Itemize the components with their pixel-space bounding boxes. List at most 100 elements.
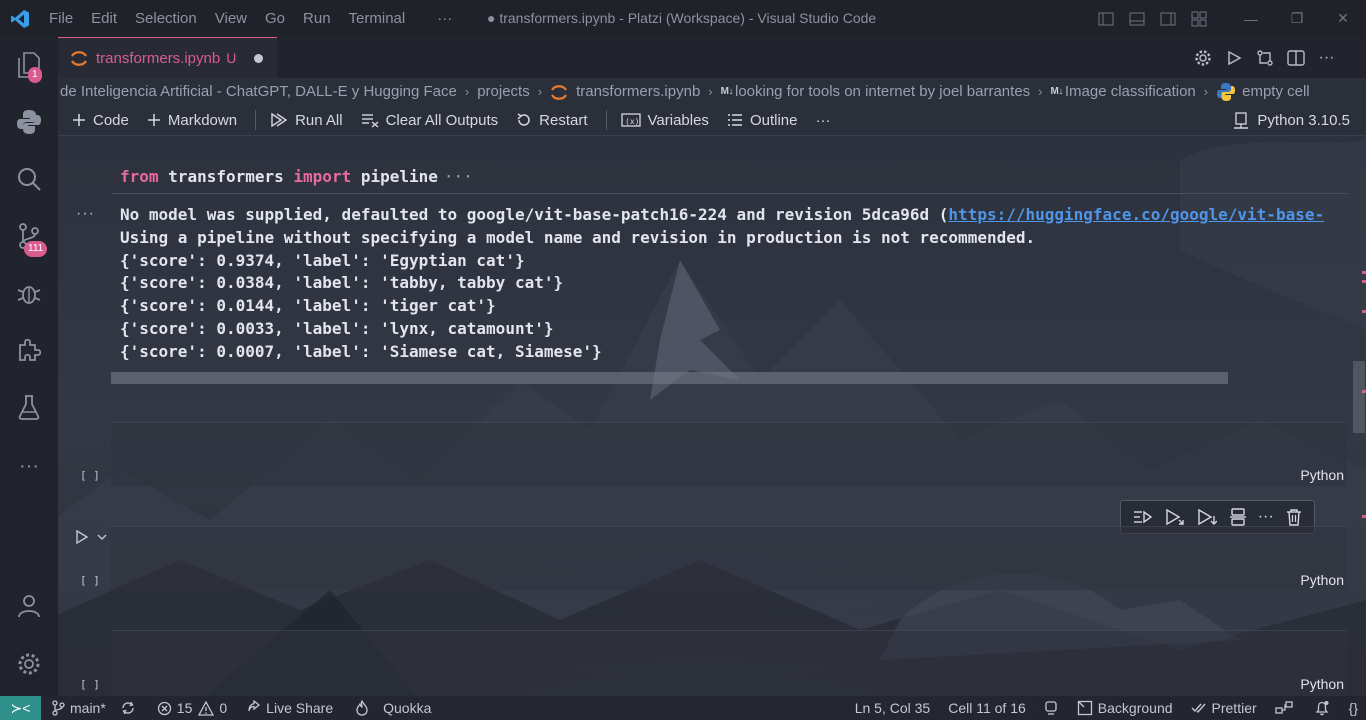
collapsed-ellipsis[interactable]: ··· (444, 167, 473, 186)
breadcrumb-file[interactable]: transformers.ipynb (550, 83, 700, 101)
debug-icon[interactable] (0, 269, 58, 317)
compare-changes-icon[interactable] (1249, 49, 1280, 67)
run-play-icon[interactable] (1218, 50, 1249, 66)
cell-language[interactable]: Python (1300, 572, 1344, 588)
more-icon[interactable]: ··· (0, 442, 58, 490)
restart-icon (517, 113, 530, 126)
jupyter-icon (551, 84, 568, 100)
empty-code-cell-active[interactable] (111, 526, 1347, 590)
breadcrumb-folder[interactable]: de Inteligencia Artificial - ChatGPT, DA… (60, 83, 457, 100)
plus-icon (147, 114, 160, 126)
live-share-button[interactable]: Live Share (247, 700, 333, 716)
unsaved-dot-icon[interactable] (254, 53, 264, 63)
menu-selection[interactable]: Selection (126, 10, 206, 27)
ports-icon[interactable] (1274, 701, 1298, 715)
toolbar-divider (255, 110, 257, 130)
tab-transformers-ipynb[interactable]: transformers.ipynb U (58, 37, 277, 78)
extensions-icon[interactable] (0, 326, 58, 374)
cell-more-icon[interactable]: ··· (1258, 508, 1274, 526)
explorer-badge: 1 (28, 67, 42, 83)
output-link[interactable]: https://huggingface.co/google/vit-base- (948, 205, 1324, 224)
notebook-toolbar: Code Markdown Run All Clear All Outputs … (58, 105, 1366, 136)
breadcrumb-markdown-heading-2[interactable]: M↓ Image classification (1051, 83, 1196, 100)
clear-all-outputs-button[interactable]: Clear All Outputs (361, 112, 498, 129)
problems-status[interactable]: 15 0 (157, 700, 227, 716)
branch-status[interactable]: main* (51, 700, 106, 716)
empty-code-cell[interactable] (111, 630, 1347, 696)
language-mode-braces[interactable]: {} (1349, 700, 1358, 716)
delete-cell-trash-icon[interactable] (1286, 508, 1302, 526)
branch-label: main* (70, 700, 106, 716)
cursor-position[interactable]: Ln 5, Col 35 (855, 700, 931, 716)
cell-language[interactable]: Python (1300, 467, 1344, 483)
source-control-icon[interactable]: 111 (0, 212, 58, 260)
menu-go[interactable]: Go (256, 10, 294, 27)
run-cell-button[interactable] (74, 529, 108, 545)
menu-view[interactable]: View (206, 10, 256, 27)
empty-code-cell[interactable] (111, 422, 1347, 486)
split-editor-icon[interactable] (1280, 49, 1311, 66)
run-cell-play-icon (76, 529, 89, 545)
breadcrumb-projects[interactable]: projects (477, 83, 530, 100)
toggle-sidebar-icon[interactable] (1090, 12, 1121, 26)
run-above-icon[interactable] (1133, 509, 1153, 525)
python-icon[interactable] (0, 98, 58, 146)
split-cell-icon[interactable] (1229, 508, 1246, 526)
minimize-icon[interactable]: — (1228, 11, 1274, 27)
markdown-icon: M↓ (720, 86, 734, 97)
output-horizontal-scrollbar[interactable] (111, 372, 1228, 384)
imported-name: pipeline (360, 167, 438, 186)
cell-language[interactable]: Python (1300, 676, 1344, 692)
notebook-kernel-status-icon[interactable] (1044, 700, 1063, 716)
restart-button[interactable]: Restart (516, 112, 588, 129)
prettier-status[interactable]: Prettier (1191, 700, 1257, 716)
vscode-logo-icon (0, 0, 40, 37)
output-result: {'score': 0.0033, 'label': 'lynx, catamo… (120, 318, 554, 338)
quokka-label: Quokka (383, 700, 432, 716)
status-bar: ≻< main* 15 0 Live Share Quokka Ln 5, Co… (0, 696, 1366, 720)
add-markdown-cell-button[interactable]: Markdown (147, 112, 237, 129)
activity-bar: 1 111 ··· (0, 37, 58, 696)
output-result: {'score': 0.9374, 'label': 'Egyptian cat… (120, 250, 525, 270)
cell-position[interactable]: Cell 11 of 16 (948, 700, 1026, 716)
explorer-icon[interactable]: 1 (0, 41, 58, 89)
execute-below-icon[interactable] (1197, 508, 1218, 526)
editor-vertical-scrollbar[interactable] (1353, 361, 1365, 433)
menu-bar: File Edit Selection View Go Run Terminal… (40, 10, 461, 27)
testing-icon[interactable] (0, 383, 58, 431)
quokka-button[interactable]: Quokka (355, 700, 431, 716)
kernel-picker[interactable]: Python 3.10.5 (1233, 105, 1350, 136)
sync-icon[interactable] (120, 700, 141, 716)
toolbar-more-button[interactable]: ··· (815, 112, 830, 129)
menu-run[interactable]: Run (294, 10, 340, 27)
notifications-bell-icon[interactable] (1314, 700, 1335, 716)
more-actions-icon[interactable]: ··· (1311, 49, 1342, 67)
execute-cell-and-below-icon[interactable] (1165, 508, 1185, 526)
search-icon[interactable] (0, 155, 58, 203)
breadcrumb-markdown-heading-1[interactable]: M↓ looking for tools on internet by joel… (721, 83, 1031, 100)
background-status[interactable]: Background (1077, 700, 1173, 716)
output-more-actions-icon[interactable]: ··· (76, 205, 95, 223)
run-all-button[interactable]: Run All (270, 112, 343, 129)
outline-button[interactable]: Outline (727, 112, 797, 129)
customize-layout-icon[interactable] (1183, 11, 1214, 27)
double-check-icon (1191, 703, 1206, 714)
variables-button[interactable]: (x) Variables (620, 112, 709, 129)
menu-edit[interactable]: Edit (82, 10, 126, 27)
remote-indicator-icon[interactable]: ≻< (0, 696, 41, 720)
python-icon (1217, 82, 1236, 101)
restore-icon[interactable]: ❐ (1274, 10, 1320, 27)
kernel-settings-gear-icon[interactable] (1187, 49, 1218, 67)
menu-more[interactable]: ··· (428, 10, 461, 27)
code-cell-source[interactable]: from transformers import pipeline ··· (120, 167, 473, 186)
toggle-panel-icon[interactable] (1121, 12, 1152, 26)
close-icon[interactable]: ✕ (1320, 10, 1366, 27)
add-code-cell-button[interactable]: Code (72, 112, 129, 129)
menu-terminal[interactable]: Terminal (340, 10, 415, 27)
menu-file[interactable]: File (40, 10, 82, 27)
toggle-secondary-sidebar-icon[interactable] (1152, 12, 1183, 26)
prettier-label: Prettier (1211, 700, 1257, 716)
breadcrumb-empty-cell[interactable]: empty cell (1216, 82, 1310, 102)
account-icon[interactable] (0, 582, 58, 630)
manage-gear-icon[interactable] (0, 640, 58, 688)
